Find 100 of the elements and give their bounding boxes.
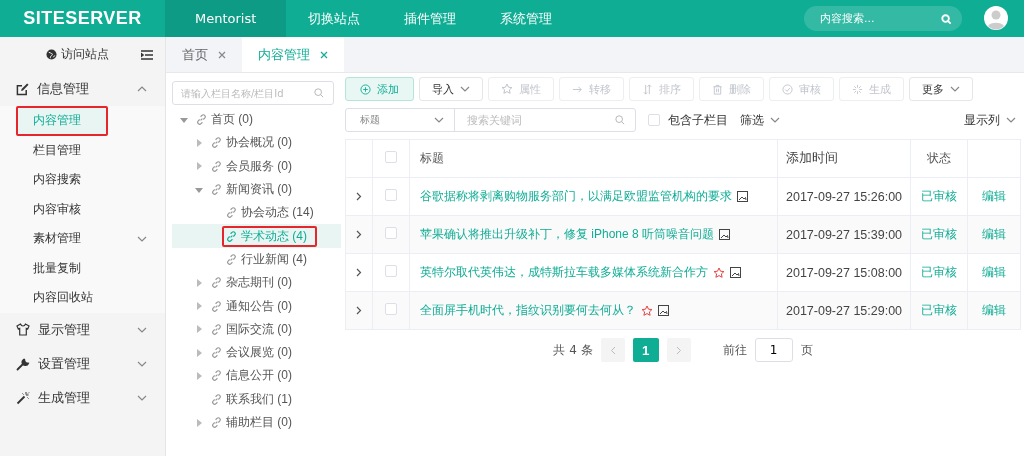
toolbar-button[interactable]: 更多	[909, 77, 973, 101]
tree-node[interactable]: 会员服务 (0)	[207, 155, 302, 177]
link-icon	[196, 114, 207, 126]
menu-item[interactable]: 内容搜索	[0, 165, 165, 195]
checkbox[interactable]	[385, 303, 397, 315]
link-icon	[211, 393, 222, 405]
link-icon	[211, 137, 222, 149]
expand-icon[interactable]	[356, 191, 362, 201]
tree-node[interactable]: 协会动态 (14)	[222, 202, 324, 224]
search-icon	[615, 115, 625, 125]
menu-icon[interactable]	[141, 49, 153, 60]
table-cell: 2017-09-27 15:29:00	[786, 303, 903, 318]
tree-node[interactable]: 辅助栏目 (0)	[207, 412, 302, 433]
tab[interactable]: 内容管理	[242, 37, 344, 72]
caret-right-icon[interactable]	[195, 138, 203, 147]
tree-node[interactable]: 杂志期刊 (0)	[207, 272, 302, 294]
goto-label: 前往	[722, 341, 747, 359]
chevron-icon	[950, 86, 960, 92]
tree-node[interactable]: 联系我们 (1)	[207, 388, 302, 410]
checkbox[interactable]	[385, 227, 397, 239]
search-icon[interactable]	[941, 13, 952, 25]
chevron-icon	[1006, 117, 1016, 123]
tree-node[interactable]: 会议展览 (0)	[207, 342, 302, 364]
menu-group[interactable]: 生成管理	[0, 380, 165, 415]
expand-icon[interactable]	[356, 267, 362, 277]
chevron-left-icon	[609, 345, 616, 355]
link-icon	[211, 160, 222, 172]
checkbox[interactable]	[385, 189, 397, 201]
wrench-icon	[16, 356, 30, 371]
checkbox[interactable]	[648, 114, 660, 126]
close-icon[interactable]	[218, 50, 226, 59]
toolbar-button[interactable]: 导入	[419, 77, 483, 101]
edit-link[interactable]: 编辑	[982, 189, 1006, 203]
expand-icon[interactable]	[356, 229, 362, 239]
chevron-icon	[460, 86, 470, 92]
menu-item[interactable]: 内容回收站	[0, 283, 165, 313]
tab[interactable]: 首页	[166, 37, 242, 72]
tree-node[interactable]: 信息公开 (0)	[207, 365, 302, 387]
column-header: 添加时间	[786, 151, 838, 165]
tree-node[interactable]: 国际交流 (0)	[207, 318, 302, 340]
shirt-icon	[16, 323, 30, 336]
avatar-icon[interactable]	[984, 6, 1008, 30]
chevron-icon	[137, 326, 147, 333]
caret-right-icon[interactable]	[195, 325, 203, 334]
close-icon[interactable]	[320, 50, 328, 59]
menu-item[interactable]: 内容审核	[0, 194, 165, 224]
page-input[interactable]: 1	[754, 338, 793, 362]
sparkle-icon	[852, 83, 863, 95]
columns-dropdown[interactable]: 显示列	[964, 111, 1016, 129]
link-icon	[211, 277, 222, 289]
search-icon	[314, 88, 324, 98]
nav-item[interactable]: Mentorist	[165, 0, 287, 37]
link-icon	[211, 300, 222, 312]
link-icon	[226, 253, 237, 265]
chevron-icon	[137, 394, 147, 401]
filter-dropdown[interactable]: 筛选	[740, 111, 780, 129]
caret-right-icon[interactable]	[195, 162, 203, 171]
table-cell: 2017-09-27 15:08:00	[786, 265, 903, 280]
menu-item[interactable]: 栏目管理	[0, 135, 165, 165]
checkbox[interactable]	[385, 151, 397, 163]
plus-circle-icon	[360, 83, 371, 95]
menu-group[interactable]: 信息管理	[0, 72, 165, 106]
caret-right-icon[interactable]	[195, 418, 203, 427]
caret-right-icon[interactable]	[195, 371, 203, 380]
expand-icon[interactable]	[356, 305, 362, 315]
search-field[interactable]: 请输入栏目名称/栏目Id	[172, 81, 334, 105]
edit-icon	[16, 82, 29, 96]
visit-site-link[interactable]: 访问站点	[61, 46, 137, 63]
checkbox[interactable]	[385, 265, 397, 277]
field-select[interactable]: 标题	[346, 109, 455, 131]
tree-node[interactable]: 行业新闻 (4)	[222, 248, 317, 270]
caret-right-icon[interactable]	[195, 302, 203, 310]
page-unit-label: 页	[800, 341, 813, 359]
caret-right-icon[interactable]	[195, 278, 203, 287]
tree-node[interactable]: 首页 (0)	[192, 109, 263, 131]
menu-group[interactable]: 显示管理	[0, 312, 165, 347]
next-page-button[interactable]	[666, 338, 691, 362]
search-bar[interactable]: 标题 搜索关键词	[345, 108, 636, 132]
chevron-icon	[770, 117, 780, 123]
column-header: 状态	[927, 151, 951, 165]
menu-item[interactable]: 批量复制	[0, 253, 165, 283]
edit-link[interactable]: 编辑	[982, 265, 1006, 279]
menu-item[interactable]: 素材管理	[0, 224, 165, 254]
chevron-icon	[137, 86, 147, 92]
chevron-right-icon	[675, 345, 682, 355]
prev-page-button[interactable]	[600, 338, 625, 362]
caret-down-icon[interactable]	[195, 185, 203, 194]
caret-right-icon[interactable]	[195, 348, 203, 357]
star-icon	[501, 83, 513, 95]
tree-node[interactable]: 新闻资讯 (0)	[207, 179, 302, 201]
chevron-icon	[137, 235, 147, 242]
total-count: 共 4 条	[553, 341, 593, 359]
tree-node[interactable]: 通知公告 (0)	[207, 295, 302, 317]
tree-node[interactable]: 协会概况 (0)	[207, 132, 302, 154]
caret-down-icon[interactable]	[180, 115, 188, 124]
image-icon	[737, 191, 748, 202]
search-field[interactable]: 搜索关键词	[455, 109, 635, 131]
checkbox-label[interactable]: 包含子栏目	[668, 111, 728, 129]
menu-group[interactable]: 设置管理	[0, 346, 165, 381]
column-header: 标题	[420, 151, 444, 165]
